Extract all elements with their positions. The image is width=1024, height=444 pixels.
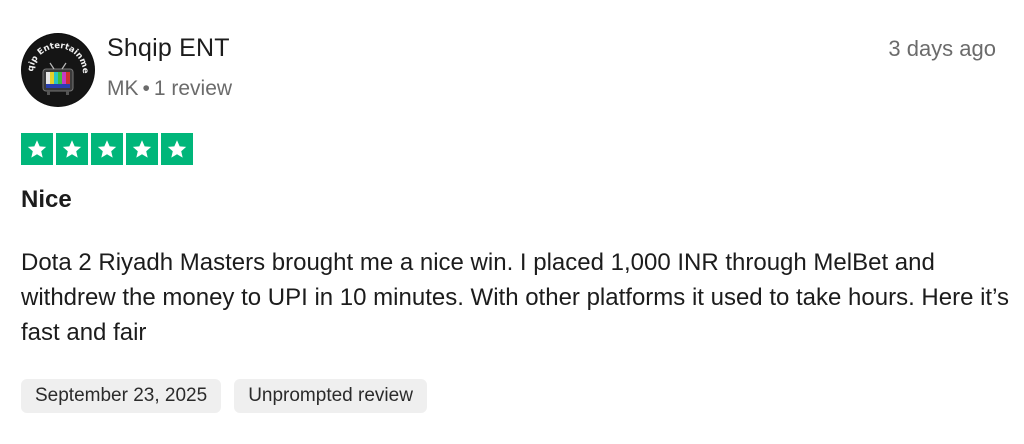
tv-logo-icon: Shqip Entertainment [21,33,94,106]
review-card: Shqip Entertainment Shqip ENT MK•1 revie… [0,0,1024,444]
unprompted-review-tag[interactable]: Unprompted review [234,379,427,413]
review-body: Dota 2 Riyadh Masters brought me a nice … [21,249,1009,346]
review-tags: September 23, 2025 Unprompted review [21,379,427,413]
reviewer-meta: MK • 1 review [107,77,232,101]
reviewer-review-count: 1 review [153,77,233,100]
star-rating [21,133,193,165]
review-relative-date: 3 days ago [888,36,996,61]
review-date-tag: September 23, 2025 [21,379,222,413]
meta-separator: • [142,77,150,100]
reviewer-name[interactable]: Shqip ENT [107,34,230,63]
review-title[interactable]: Nice [21,186,72,214]
star-icon [126,133,158,165]
star-icon [56,133,88,165]
star-icon [91,133,123,165]
avatar[interactable]: Shqip Entertainment [21,33,95,107]
star-icon [161,133,193,165]
star-icon [21,133,53,165]
reviewer-country: MK [107,77,139,100]
